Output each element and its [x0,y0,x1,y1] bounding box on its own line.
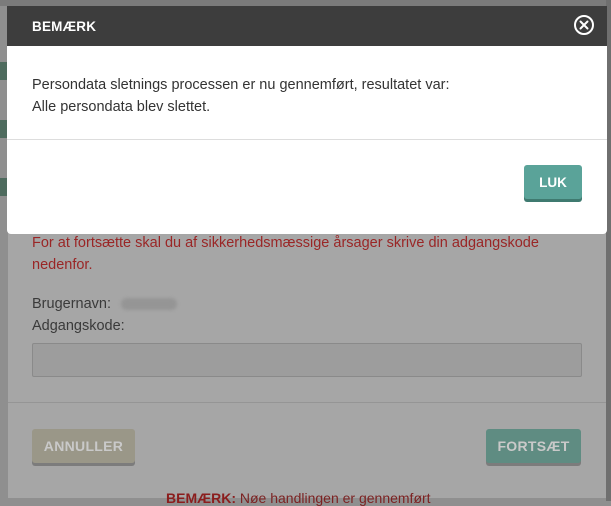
dialog-header: BEMÆRK [7,6,607,46]
dialog-message-line-1: Persondata sletnings processen er nu gen… [32,77,450,93]
footer-note-bold: BEMÆRK: [166,490,236,506]
footer-note-text: Nøe handlingen er gennemført [236,490,431,506]
background-warning-text: For at fortsætte skal du af sikkerhedsmæ… [32,235,539,273]
close-button[interactable] [574,15,594,35]
background-username-row: Brugernavn: [32,296,178,312]
password-input [32,343,582,377]
continue-button: FORTSÆT [486,429,581,463]
close-circle-icon [579,20,589,30]
notice-dialog: BEMÆRK Persondata sletnings processen er… [7,6,607,235]
close-dialog-button[interactable]: LUK [524,165,582,199]
background-footer-note: BEMÆRK: Nøe handlingen er gennemført [166,490,431,506]
dialog-title: BEMÆRK [32,18,97,34]
username-label: Brugernavn: [32,296,111,312]
dialog-message-line-2: Alle persondata blev slettet. [32,99,211,115]
dialog-footer: LUK [7,140,607,234]
username-value-redacted [121,298,178,311]
cancel-button: ANNULLER [32,429,135,463]
dialog-body: Persondata sletnings processen er nu gen… [7,46,607,140]
background-divider [8,402,606,403]
password-label: Adgangskode: [32,318,125,334]
